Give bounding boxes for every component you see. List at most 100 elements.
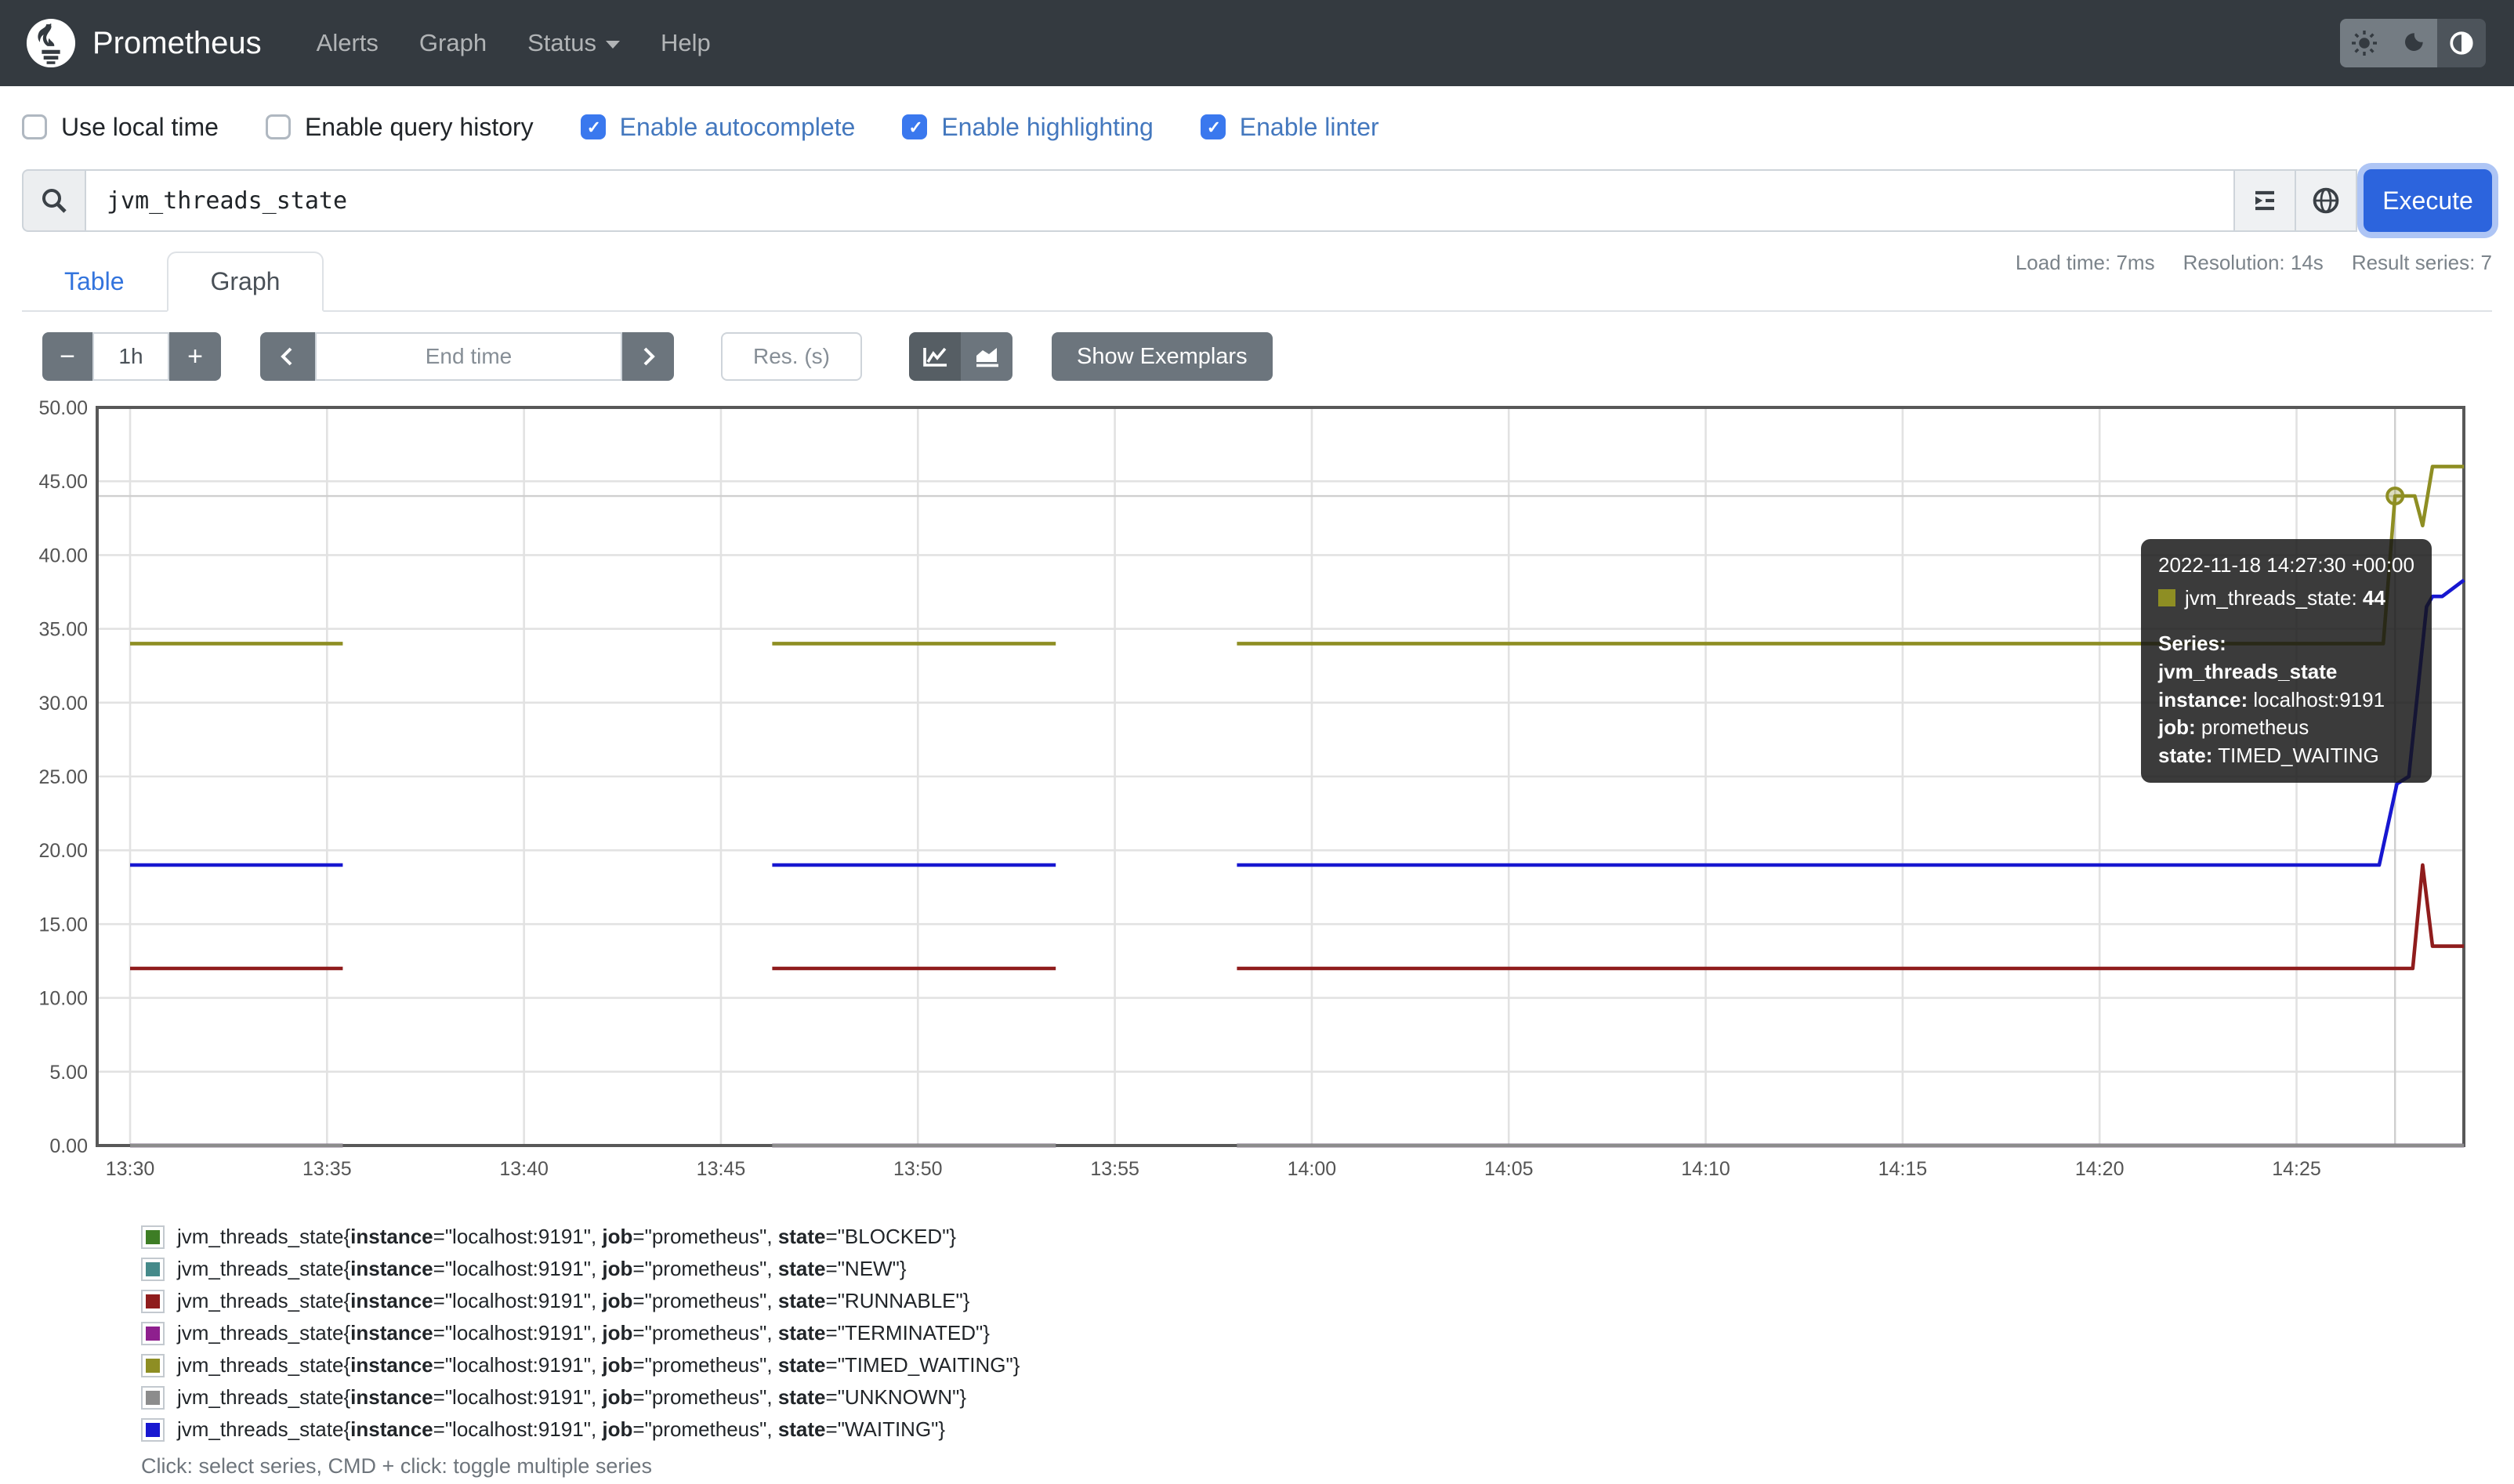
tooltip-value-row: jvm_threads_state: 44	[2158, 585, 2414, 613]
prometheus-app: Prometheus Alerts Graph Status Help	[0, 0, 2514, 1484]
nav-item-status[interactable]: Status	[507, 29, 640, 57]
auto-theme-button[interactable]	[2437, 19, 2486, 67]
legend-item[interactable]: jvm_threads_state{instance="localhost:91…	[141, 1285, 1020, 1317]
legend: jvm_threads_state{instance="localhost:91…	[141, 1221, 1020, 1446]
legend-swatch	[141, 1225, 165, 1249]
y-axis-label: 30.00	[38, 693, 88, 715]
checkbox	[581, 114, 606, 139]
tooltip-label-job: job: prometheus	[2158, 714, 2414, 742]
legend-item[interactable]: jvm_threads_state{instance="localhost:91…	[141, 1221, 1020, 1253]
legend-swatch	[141, 1418, 165, 1442]
legend-item[interactable]: jvm_threads_state{instance="localhost:91…	[141, 1349, 1020, 1381]
legend-series-label: jvm_threads_state{instance="localhost:91…	[177, 1417, 945, 1442]
option-enable-highlighting[interactable]: Enable highlighting	[902, 113, 1153, 142]
panel-tabs: Table Graph	[22, 246, 2492, 312]
x-axis-label: 14:25	[2272, 1158, 2321, 1180]
brand-title: Prometheus	[92, 26, 262, 61]
checkbox	[266, 114, 291, 139]
legend-swatch	[141, 1322, 165, 1345]
end-time-input[interactable]	[315, 332, 622, 381]
list-tree-icon	[2251, 188, 2279, 213]
y-axis-label: 45.00	[38, 471, 88, 493]
query-addon	[22, 169, 85, 232]
query-input[interactable]	[85, 169, 2235, 232]
legend-swatch	[141, 1290, 165, 1313]
tooltip-label-instance: instance: localhost:9191	[2158, 686, 2414, 715]
light-theme-button[interactable]	[2340, 19, 2389, 67]
legend-item[interactable]: jvm_threads_state{instance="localhost:91…	[141, 1253, 1020, 1285]
x-axis-label: 14:10	[1681, 1158, 1730, 1180]
search-icon	[41, 187, 67, 214]
checkbox	[1201, 114, 1226, 139]
stacked-chart-toggle[interactable]	[961, 332, 1012, 381]
metrics-explorer-button[interactable]	[2235, 169, 2296, 232]
graph-controls: − + Show Exemplars	[42, 332, 1273, 381]
option-use-local-time[interactable]: Use local time	[22, 113, 219, 142]
legend-swatch	[141, 1258, 165, 1281]
legend-series-label: jvm_threads_state{instance="localhost:91…	[177, 1321, 990, 1345]
x-axis-label: 13:30	[106, 1158, 155, 1180]
y-axis-label: 15.00	[38, 914, 88, 936]
legend-swatch	[141, 1386, 165, 1410]
end-time-forward-button[interactable]	[622, 332, 674, 381]
prometheus-logo-icon	[25, 17, 77, 69]
brand[interactable]: Prometheus	[25, 17, 262, 69]
tooltip-series-swatch	[2158, 589, 2175, 606]
x-axis-label: 13:40	[499, 1158, 549, 1180]
half-circle-icon	[2448, 30, 2475, 56]
tab-graph[interactable]: Graph	[167, 252, 324, 312]
range-input[interactable]	[92, 332, 169, 381]
chart-svg[interactable]: 0.005.0010.0015.0020.0025.0030.0035.0040…	[0, 395, 2514, 1191]
hover-point-marker	[2387, 488, 2403, 504]
plus-icon: +	[187, 342, 203, 372]
show-exemplars-button[interactable]: Show Exemplars	[1052, 332, 1273, 381]
range-decrease-button[interactable]: −	[42, 332, 92, 381]
moon-icon	[2400, 31, 2425, 56]
option-enable-query-history[interactable]: Enable query history	[266, 113, 534, 142]
chart[interactable]: 0.005.0010.0015.0020.0025.0030.0035.0040…	[0, 395, 2514, 1191]
x-axis-label: 14:05	[1484, 1158, 1534, 1180]
global-time-button[interactable]	[2296, 169, 2357, 232]
legend-item[interactable]: jvm_threads_state{instance="localhost:91…	[141, 1317, 1020, 1349]
series-line-RUNNABLE	[1237, 865, 2464, 968]
tooltip-label-state: state: TIMED_WAITING	[2158, 742, 2414, 770]
tooltip-value: 44	[2363, 586, 2385, 610]
y-axis-label: 40.00	[38, 545, 88, 566]
globe-icon	[2312, 186, 2340, 215]
query-row: Execute	[22, 169, 2498, 232]
resolution-input[interactable]	[721, 332, 862, 381]
legend-series-label: jvm_threads_state{instance="localhost:91…	[177, 1385, 966, 1410]
legend-series-label: jvm_threads_state{instance="localhost:91…	[177, 1225, 956, 1249]
option-enable-linter[interactable]: Enable linter	[1201, 113, 1379, 142]
x-axis-label: 14:20	[2075, 1158, 2125, 1180]
tab-table[interactable]: Table	[22, 253, 167, 310]
x-axis-label: 13:35	[302, 1158, 352, 1180]
options-row: Use local time Enable query history Enab…	[22, 107, 1379, 147]
legend-swatch	[141, 1354, 165, 1377]
theme-toggle-group	[2340, 19, 2486, 67]
dark-theme-button[interactable]	[2389, 19, 2437, 67]
y-axis-label: 20.00	[38, 840, 88, 862]
x-axis-label: 14:15	[1878, 1158, 1928, 1180]
nav-item-graph[interactable]: Graph	[399, 29, 507, 57]
end-time-back-button[interactable]	[260, 332, 315, 381]
legend-item[interactable]: jvm_threads_state{instance="localhost:91…	[141, 1413, 1020, 1446]
nav-item-alerts[interactable]: Alerts	[296, 29, 399, 57]
option-enable-autocomplete[interactable]: Enable autocomplete	[581, 113, 856, 142]
legend-series-label: jvm_threads_state{instance="localhost:91…	[177, 1257, 907, 1281]
nav-links: Alerts Graph Status Help	[296, 29, 731, 57]
navbar: Prometheus Alerts Graph Status Help	[0, 0, 2514, 86]
chevron-down-icon	[606, 41, 620, 49]
tooltip-series-name: jvm_threads_state	[2158, 658, 2414, 686]
line-chart-toggle[interactable]	[909, 332, 961, 381]
x-axis-label: 13:45	[697, 1158, 746, 1180]
chevron-right-icon	[637, 344, 659, 369]
y-axis-label: 50.00	[38, 397, 88, 419]
x-axis-label: 14:00	[1288, 1158, 1337, 1180]
nav-item-help[interactable]: Help	[640, 29, 731, 57]
legend-item[interactable]: jvm_threads_state{instance="localhost:91…	[141, 1381, 1020, 1413]
execute-button[interactable]: Execute	[2364, 169, 2492, 232]
range-increase-button[interactable]: +	[169, 332, 221, 381]
y-axis-label: 35.00	[38, 619, 88, 641]
area-chart-icon	[973, 345, 1000, 368]
